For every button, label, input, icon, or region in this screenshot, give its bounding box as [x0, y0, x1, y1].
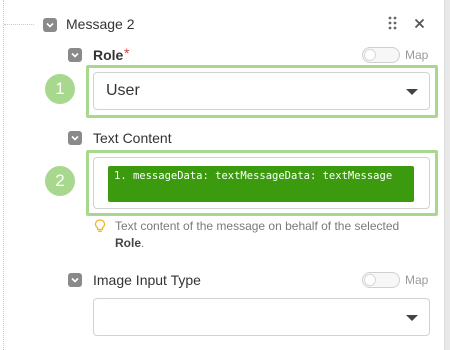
collapse-image-input-chevron-icon[interactable]: [68, 273, 82, 287]
dropdown-caret-icon: [406, 89, 418, 95]
toggle-knob: [364, 274, 376, 286]
image-input-map-toggle[interactable]: [362, 272, 400, 288]
role-select[interactable]: User: [93, 72, 430, 110]
role-label: Role: [93, 47, 124, 63]
role-map-toggle[interactable]: [362, 47, 400, 63]
required-marker: *: [124, 45, 130, 61]
tree-connector: [4, 24, 34, 25]
image-input-type-select[interactable]: [93, 298, 430, 336]
toggle-knob: [364, 49, 376, 61]
collapse-message-chevron-icon[interactable]: [43, 18, 57, 32]
dropdown-caret-icon: [406, 315, 418, 321]
left-guide-line: [3, 0, 4, 350]
collapse-role-chevron-icon[interactable]: [68, 48, 82, 62]
annotation-badge-1: 1: [45, 74, 75, 104]
role-select-value: User: [106, 82, 140, 99]
text-content-hint: Text content of the message on behalf of…: [115, 218, 435, 252]
text-content-label: Text Content: [93, 130, 172, 146]
annotation-badge-2: 2: [45, 166, 75, 196]
close-icon[interactable]: [414, 17, 425, 32]
mapped-value-pill[interactable]: 1. messageData: textMessageData: textMes…: [108, 166, 414, 202]
role-map-label: Map: [405, 48, 429, 62]
hint-role-reference: Role: [115, 236, 142, 250]
text-content-field[interactable]: 1. messageData: textMessageData: textMes…: [93, 157, 430, 209]
section-title: Message 2: [66, 16, 135, 32]
collapse-text-content-chevron-icon[interactable]: [68, 131, 82, 145]
lightbulb-icon: [94, 219, 106, 238]
hint-period: .: [141, 236, 145, 250]
drag-handle-icon[interactable]: [388, 16, 398, 33]
image-input-map-label: Map: [405, 273, 429, 287]
scrollbar-track[interactable]: [444, 0, 450, 350]
hint-text: Text content of the message on behalf of…: [115, 219, 400, 233]
image-input-type-label: Image Input Type: [93, 272, 201, 288]
